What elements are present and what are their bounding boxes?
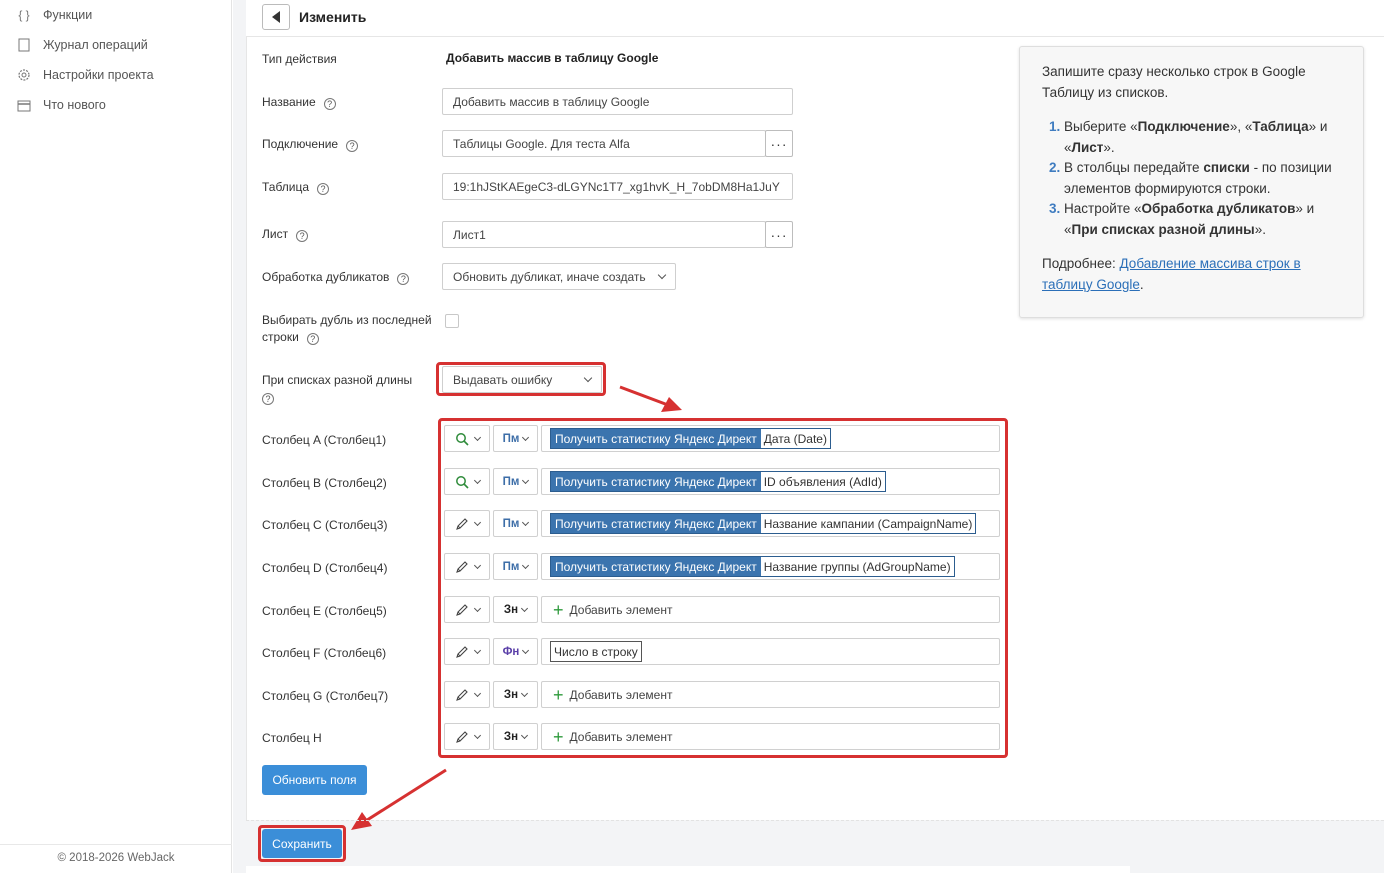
footer-strip xyxy=(246,866,1130,873)
hint-bold: Лист xyxy=(1071,139,1104,155)
footer-divider xyxy=(246,820,1384,821)
arrow-line xyxy=(619,385,669,407)
hint-bold: Таблица xyxy=(1252,119,1309,134)
arrow-head xyxy=(351,812,372,830)
hint-text: ». xyxy=(1254,221,1266,237)
hint-step: В столбцы передайте списки - по позиции … xyxy=(1064,158,1341,199)
hint-step: Выберите «Подключение», «Таблица» и «Лис… xyxy=(1064,117,1341,158)
hint-text: ». xyxy=(1103,139,1115,155)
hint-steps: Выберите «Подключение», «Таблица» и «Лис… xyxy=(1064,117,1341,240)
hint-bold: При списках разной длины xyxy=(1071,221,1255,237)
hint-more-label: Подробнее: xyxy=(1042,256,1120,271)
hint-intro: Запишите сразу несколько строк в Google … xyxy=(1042,64,1306,100)
arrow-line xyxy=(363,768,447,824)
hint-text: », « xyxy=(1229,119,1253,134)
hint-step: Настройте «Обработка дубликатов» и «При … xyxy=(1064,199,1341,240)
hint-bold: списки xyxy=(1203,160,1250,175)
hint-text: . xyxy=(1139,276,1144,292)
hint-bold: Подключение xyxy=(1137,119,1230,134)
highlight-frame xyxy=(258,825,346,862)
hint-text: Настройте « xyxy=(1064,201,1142,216)
hint-bold: Обработка дубликатов xyxy=(1141,201,1296,216)
hint-text: В столбцы передайте xyxy=(1064,160,1204,175)
update-fields-button[interactable]: Обновить поля xyxy=(262,765,367,795)
hint-more: Подробнее: Добавление массива строк в та… xyxy=(1042,254,1341,295)
hint-text: Выберите « xyxy=(1064,119,1138,134)
hint-box: Запишите сразу несколько строк в Google … xyxy=(1019,46,1364,318)
